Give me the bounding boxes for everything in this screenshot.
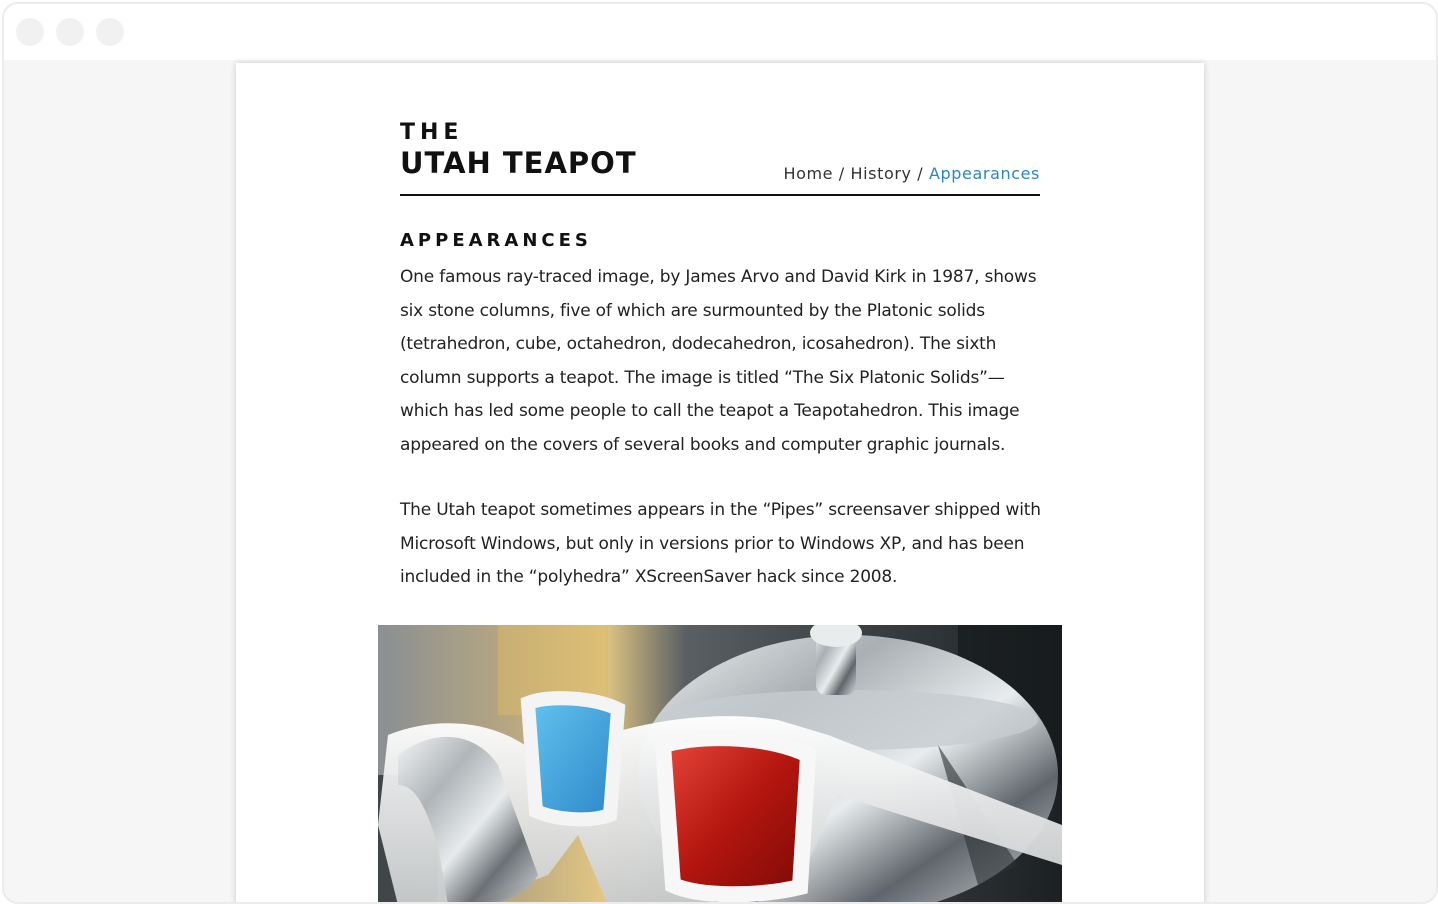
section-heading: APPEARANCES [400, 230, 592, 251]
site-logo-line2[interactable]: UTAH TEAPOT [400, 146, 637, 180]
teapot-3d-glasses-photo [378, 625, 1062, 902]
breadcrumb-separator: / [917, 164, 924, 183]
browser-window: THE UTAH TEAPOT Home / History / Appeara… [2, 2, 1438, 904]
site-logo-line1[interactable]: THE [400, 120, 463, 146]
breadcrumb-history-link[interactable]: History [850, 164, 911, 183]
breadcrumb-home-link[interactable]: Home [783, 164, 833, 183]
site-header: THE UTAH TEAPOT Home / History / Appeara… [400, 120, 1040, 196]
breadcrumb: Home / History / Appearances [783, 164, 1040, 183]
window-close-icon[interactable] [16, 18, 44, 46]
page-viewport[interactable]: THE UTAH TEAPOT Home / History / Appeara… [4, 60, 1436, 902]
breadcrumb-appearances-link[interactable]: Appearances [929, 164, 1040, 183]
paragraph-pipes-screensaver: The Utah teapot sometimes appears in the… [400, 500, 1041, 587]
title-bar [4, 4, 1436, 60]
window-minimize-icon[interactable] [56, 18, 84, 46]
paragraph-arvo-kirk: One famous ray-traced image, by James Ar… [400, 267, 1037, 455]
breadcrumb-separator: / [838, 164, 845, 183]
page-content: THE UTAH TEAPOT Home / History / Appeara… [236, 63, 1204, 902]
window-maximize-icon[interactable] [96, 18, 124, 46]
